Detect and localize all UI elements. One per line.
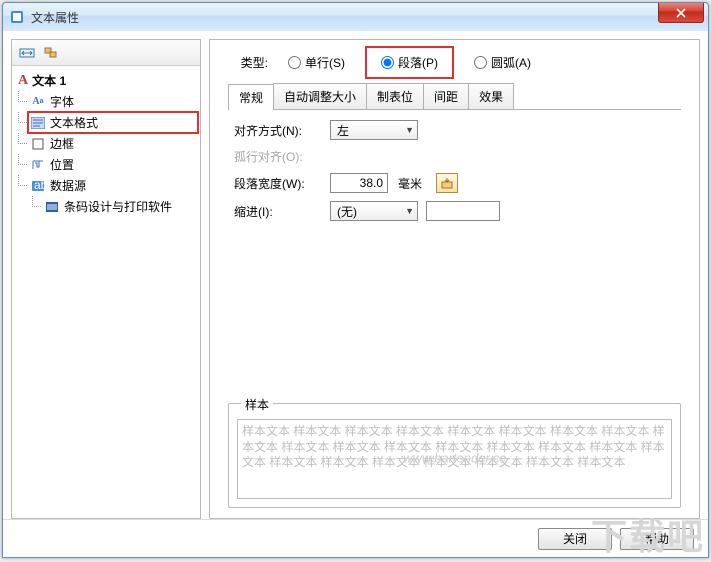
tool-collapse-icon[interactable]	[40, 43, 62, 63]
orphan-label: 孤行对齐(O):	[234, 148, 322, 165]
left-toolbar	[12, 40, 200, 66]
tab-spacing[interactable]: 间距	[423, 83, 469, 109]
tree-subitem[interactable]: 条码设计与打印软件	[42, 196, 198, 217]
dialog-window: 文本属性 A 文本 1 Aa 字体	[2, 2, 709, 558]
tree-view: A 文本 1 Aa 字体 文本格式 边框	[12, 66, 200, 518]
radio-label: 单行(S)	[305, 54, 345, 71]
radio-single-line[interactable]: 单行(S)	[288, 54, 345, 71]
width-label: 段落宽度(W):	[234, 175, 322, 192]
dialog-body: A 文本 1 Aa 字体 文本格式 边框	[3, 31, 708, 519]
align-label: 对齐方式(N):	[234, 122, 322, 139]
tree-item-datasource[interactable]: ab 数据源	[28, 175, 198, 196]
tree-item-font[interactable]: Aa 字体	[28, 91, 198, 112]
sample-box: 样本 样本文本 样本文本 样本文本 样本文本 样本文本 样本文本 样本文本 样本…	[228, 403, 681, 508]
watermark-text: www.bartender.cc	[403, 451, 506, 468]
close-button[interactable]	[658, 3, 704, 23]
left-panel: A 文本 1 Aa 字体 文本格式 边框	[11, 39, 201, 519]
type-row: 类型: 单行(S) 段落(P) 圆弧(A)	[228, 54, 681, 71]
radio-label: 圆弧(A)	[491, 54, 531, 71]
border-icon	[30, 137, 46, 151]
radio-label: 段落(P)	[398, 54, 438, 71]
tool-expand-icon[interactable]	[16, 43, 38, 63]
width-options-button[interactable]	[436, 173, 458, 193]
tree-item-label: 文本格式	[50, 114, 98, 131]
radio-arc[interactable]: 圆弧(A)	[474, 54, 531, 71]
tab-tabstop[interactable]: 制表位	[366, 83, 424, 109]
type-label: 类型:	[228, 54, 268, 71]
tree-item-format[interactable]: 文本格式	[28, 112, 198, 133]
row-width: 段落宽度(W): 38.0 毫米	[234, 173, 681, 193]
tree-item-label: 数据源	[50, 177, 86, 194]
type-radio-group: 单行(S) 段落(P) 圆弧(A)	[288, 54, 531, 71]
close-dialog-button[interactable]: 关闭	[538, 528, 612, 550]
tree-subitem-label: 条码设计与打印软件	[64, 198, 172, 215]
indent-label: 缩进(I):	[234, 203, 322, 220]
tree-item-label: 位置	[50, 156, 74, 173]
barcode-icon	[44, 200, 60, 214]
svg-text:ab: ab	[34, 180, 45, 192]
tree-root-label: 文本 1	[32, 72, 66, 89]
font-icon: Aa	[30, 95, 46, 109]
titlebar[interactable]: 文本属性	[3, 3, 708, 31]
tab-effect[interactable]: 效果	[468, 83, 514, 109]
footer: 关闭 帮助	[3, 519, 708, 557]
indent-value: (无)	[337, 203, 357, 220]
help-button[interactable]: 帮助	[620, 528, 694, 550]
window-title: 文本属性	[31, 9, 79, 26]
sample-content: 样本文本 样本文本 样本文本 样本文本 样本文本 样本文本 样本文本 样本文本 …	[237, 419, 672, 499]
chevron-down-icon: ▼	[405, 206, 414, 216]
tab-general[interactable]: 常规	[228, 84, 274, 110]
indent-input[interactable]	[426, 201, 500, 221]
row-indent: 缩进(I): (无) ▼	[234, 201, 681, 221]
radio-paragraph[interactable]: 段落(P)	[367, 48, 452, 77]
tree-root[interactable]: A 文本 1	[14, 70, 198, 91]
indent-select[interactable]: (无) ▼	[330, 201, 418, 221]
tab-autosize[interactable]: 自动调整大小	[273, 83, 367, 109]
row-align: 对齐方式(N): 左 ▼	[234, 120, 681, 140]
radio-input[interactable]	[288, 56, 301, 69]
datasource-icon: ab	[30, 179, 46, 193]
chevron-down-icon: ▼	[405, 125, 414, 135]
radio-input[interactable]	[474, 56, 487, 69]
tree-item-label: 边框	[50, 135, 74, 152]
tab-bar: 常规 自动调整大小 制表位 间距 效果	[228, 83, 681, 110]
form-area: 对齐方式(N): 左 ▼ 孤行对齐(O): 段落宽度(W): 38.0 毫米	[228, 120, 681, 229]
right-panel: 类型: 单行(S) 段落(P) 圆弧(A)	[209, 39, 700, 519]
tree-item-border[interactable]: 边框	[28, 133, 198, 154]
position-icon	[30, 158, 46, 172]
tree-item-position[interactable]: 位置	[28, 154, 198, 175]
row-orphan: 孤行对齐(O):	[234, 148, 681, 165]
app-icon	[9, 9, 25, 25]
width-unit: 毫米	[398, 175, 422, 192]
sample-title: 样本	[241, 396, 273, 413]
align-select[interactable]: 左 ▼	[330, 120, 418, 140]
text-icon: A	[18, 73, 28, 89]
align-value: 左	[337, 122, 349, 139]
width-input[interactable]: 38.0	[330, 173, 388, 193]
radio-input[interactable]	[381, 56, 394, 69]
tree-item-label: 字体	[50, 93, 74, 110]
format-icon	[30, 116, 46, 130]
